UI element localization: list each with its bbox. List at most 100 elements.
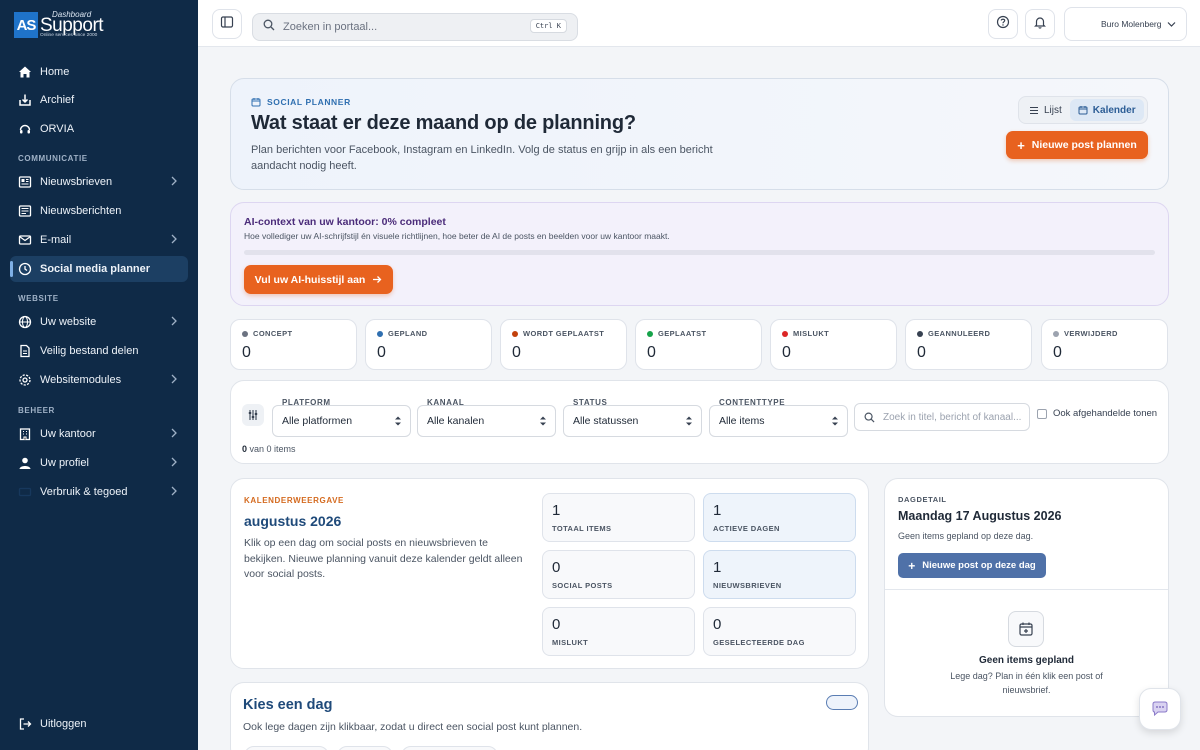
user-name: Buro Molenberg — [1101, 19, 1162, 29]
sidebar-item-label: Veilig bestand delen — [40, 345, 139, 357]
sidebar-item-archief[interactable]: Archief — [10, 87, 188, 113]
stat-card-mislukt[interactable]: MISLUKT 0 — [770, 319, 897, 370]
metric-failed: 0 MISLUKT — [542, 607, 695, 656]
include-done-toggle[interactable]: Ook afgehandelde tonen — [1037, 408, 1157, 419]
help-button[interactable] — [988, 9, 1018, 39]
stat-card-geannuleerd[interactable]: GEANNULEERD 0 — [905, 319, 1032, 370]
logout-button[interactable]: Uitloggen — [10, 711, 188, 737]
sidebar-item-nieuwsberichten[interactable]: Nieuwsberichten — [10, 198, 188, 224]
status-select[interactable]: Alle statussen — [563, 405, 702, 437]
sidebar-item-label: Home — [40, 66, 70, 78]
sidebar-item-uw-profiel[interactable]: Uw profiel — [10, 450, 188, 476]
chevron-down-icon — [1167, 20, 1176, 30]
filter-settings-button[interactable] — [242, 404, 264, 426]
view-list-button[interactable]: Lijst — [1021, 99, 1070, 121]
metric-label: TOTAAL ITEMS — [552, 524, 612, 533]
filter-search[interactable] — [854, 403, 1030, 431]
select-arrows-icon — [539, 415, 547, 430]
metric-active-days: 1 ACTIEVE DAGEN — [703, 493, 856, 542]
metric-label: GESELECTEERDE DAG — [713, 638, 805, 647]
sidebar-item-e-mail[interactable]: E-mail — [10, 227, 188, 253]
globe-icon — [18, 315, 32, 329]
user-menu-button[interactable]: Buro Molenberg — [1064, 7, 1187, 41]
sidebar-item-veilig-bestand-delen[interactable]: Veilig bestand delen — [10, 338, 188, 364]
sidebar-item-websitemodules[interactable]: Websitemodules — [10, 367, 188, 393]
stat-card-geplaatst[interactable]: GEPLAATST 0 — [635, 319, 762, 370]
user-icon — [18, 456, 32, 470]
mail-icon — [18, 233, 32, 247]
sidebar-item-nieuwsbrieven[interactable]: Nieuwsbrieven — [10, 169, 188, 195]
fill-ai-style-label: Vul uw AI-huisstijl aan — [254, 273, 366, 286]
calendar-month: augustus 2026 — [244, 513, 342, 529]
top-bar: Ctrl K Buro Molenberg — [198, 0, 1200, 47]
portal-search[interactable]: Ctrl K — [252, 13, 578, 41]
sidebar-item-label: Uw website — [40, 316, 97, 328]
sidebar-item-uw-kantoor[interactable]: Uw kantoor — [10, 421, 188, 447]
stat-label: CONCEPT — [253, 329, 293, 338]
stat-card-wordt-geplaatst[interactable]: WORDT GEPLAATST 0 — [500, 319, 627, 370]
page-title: Wat staat er deze maand op de planning? — [251, 112, 636, 134]
metric-value: 1 — [713, 559, 722, 576]
fill-ai-style-button[interactable]: Vul uw AI-huisstijl aan — [244, 265, 393, 294]
logo-mark: AS — [14, 12, 38, 38]
include-done-checkbox[interactable] — [1037, 408, 1047, 419]
chevron-right-icon — [170, 428, 178, 441]
pick-day-title: Kies een dag — [243, 697, 333, 713]
view-list-label: Lijst — [1044, 104, 1062, 116]
sidebar-item-home[interactable]: Home — [10, 59, 188, 85]
sidebar-item-label: Verbruik & tegoed — [40, 486, 128, 498]
metric-selected-day: 0 GESELECTEERDE DAG — [703, 607, 856, 656]
select-arrows-icon — [394, 415, 402, 430]
metric-social-posts: 0 SOCIAL POSTS — [542, 550, 695, 599]
home-icon — [18, 65, 32, 79]
metric-newsletters: 1 NIEUWSBRIEVEN — [703, 550, 856, 599]
select-arrows-icon — [685, 415, 693, 430]
stat-value: 0 — [1053, 344, 1062, 361]
filter-search-input[interactable] — [883, 411, 1023, 423]
stat-card-verwijderd[interactable]: VERWIJDERD 0 — [1041, 319, 1168, 370]
sidebar: AS Dashboard Support Online services sin… — [0, 0, 198, 750]
day-chip[interactable] — [401, 746, 498, 750]
day-chip[interactable] — [337, 746, 393, 750]
metric-label: NIEUWSBRIEVEN — [713, 581, 782, 590]
sidebar-toggle-icon — [220, 15, 234, 34]
new-post-label: Nieuwe post plannen — [1031, 139, 1137, 151]
headset-icon — [18, 122, 32, 136]
metric-value: 1 — [552, 502, 561, 519]
status-dot — [782, 330, 788, 337]
newspaper-icon — [18, 175, 32, 189]
chevron-right-icon — [170, 176, 178, 189]
channel-select[interactable]: Alle kanalen — [417, 405, 556, 437]
stat-label: GEPLAATST — [658, 329, 707, 338]
toggle-switch[interactable] — [826, 695, 858, 710]
status-dot — [377, 330, 383, 337]
stat-label: GEPLAND — [388, 329, 428, 338]
logout-icon — [18, 717, 32, 731]
platform-select[interactable]: Alle platformen — [272, 405, 411, 437]
sidebar-item-uw-website[interactable]: Uw website — [10, 309, 188, 335]
notifications-button[interactable] — [1025, 9, 1055, 39]
chat-button[interactable] — [1139, 688, 1181, 730]
view-calendar-button[interactable]: Kalender — [1069, 99, 1144, 121]
metric-total-items: 1 TOTAAL ITEMS — [542, 493, 695, 542]
stat-card-gepland[interactable]: GEPLAND 0 — [365, 319, 492, 370]
nav-section-website: WEBSITE — [18, 294, 59, 303]
view-toggle: Lijst Kalender — [1018, 96, 1148, 124]
day-chip[interactable] — [244, 746, 329, 750]
sidebar-item-label: Nieuwsbrieven — [40, 176, 113, 188]
stat-label: GEANNULEERD — [928, 329, 991, 338]
stat-value: 0 — [242, 344, 251, 361]
sidebar-item-orvia[interactable]: ORVIA — [10, 116, 188, 142]
search-input[interactable] — [283, 21, 483, 33]
stat-card-concept[interactable]: CONCEPT 0 — [230, 319, 357, 370]
metric-value: 0 — [713, 616, 722, 633]
stat-value: 0 — [647, 344, 656, 361]
metric-label: ACTIEVE DAGEN — [713, 524, 780, 533]
brand-logo[interactable]: AS Dashboard Support Online services sin… — [14, 10, 120, 40]
sidebar-toggle-button[interactable] — [212, 9, 242, 39]
sidebar-item-verbruik-tegoed[interactable]: Verbruik & tegoed — [10, 479, 188, 505]
contenttype-select[interactable]: Alle items — [709, 405, 848, 437]
new-post-button[interactable]: + Nieuwe post plannen — [1006, 131, 1148, 159]
new-post-on-day-button[interactable]: + Nieuwe post op deze dag — [898, 553, 1046, 578]
sidebar-item-social-media-planner[interactable]: Social media planner — [10, 256, 188, 282]
